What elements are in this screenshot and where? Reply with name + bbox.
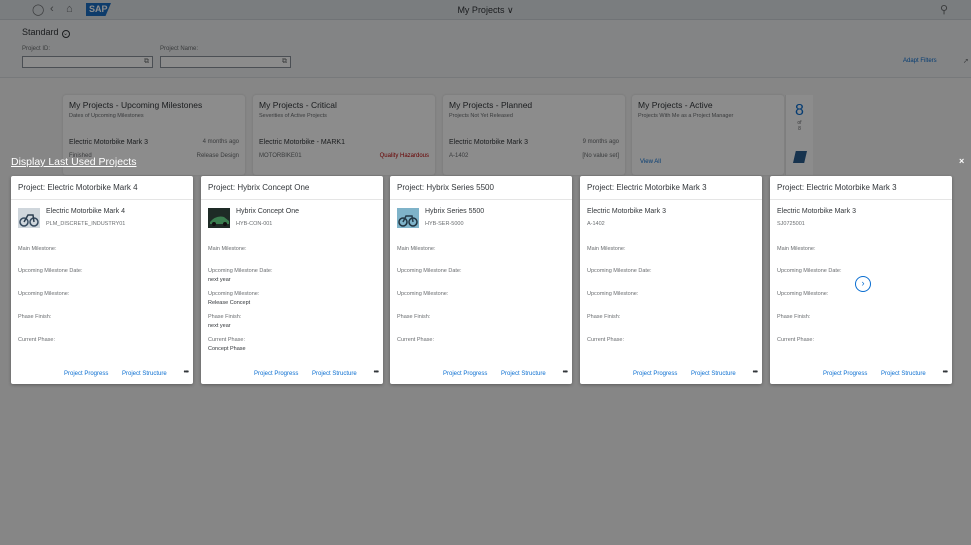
card-footer: Project Progress Project Structure ••• (390, 369, 572, 384)
main-milestone-label: Main Milestone: (777, 246, 816, 252)
main-milestone-label: Main Milestone: (208, 246, 247, 252)
card-footer: Project Progress Project Structure ••• (580, 369, 762, 384)
project-id: A-1402 (587, 221, 605, 227)
project-structure-link[interactable]: Project Structure (881, 371, 926, 377)
phase-finish-label: Phase Finish: (777, 314, 811, 320)
phase-finish-label: Phase Finish: (18, 314, 52, 320)
current-phase-value: Concept Phase (208, 346, 246, 352)
card-footer: Project Progress Project Structure ••• (201, 369, 383, 384)
project-card[interactable]: Project: Electric Motorbike Mark 4 Elect… (11, 176, 193, 384)
main-milestone-label: Main Milestone: (18, 246, 57, 252)
project-name: Hybrix Series 5500 (425, 208, 485, 215)
project-id: HYB-CON-001 (236, 221, 273, 227)
upcoming-date-label: Upcoming Milestone Date: (587, 268, 652, 274)
current-phase-label: Current Phase: (208, 337, 245, 343)
next-page-icon[interactable]: › (855, 276, 871, 292)
phase-finish-label: Phase Finish: (397, 314, 431, 320)
project-id: HYB-SER-5000 (425, 221, 464, 227)
card-body: Hybrix Concept One HYB-CON-001 Main Mile… (201, 200, 383, 360)
current-phase-label: Current Phase: (397, 337, 434, 343)
upcoming-milestone-label: Upcoming Milestone: (208, 291, 260, 297)
main-milestone-label: Main Milestone: (587, 246, 626, 252)
close-icon[interactable]: × (959, 156, 964, 166)
card-body: Hybrix Series 5500 HYB-SER-5000 Main Mil… (390, 200, 572, 360)
card-header: Project: Electric Motorbike Mark 3 (580, 176, 762, 200)
upcoming-milestone-label: Upcoming Milestone: (18, 291, 70, 297)
card-header: Project: Electric Motorbike Mark 4 (11, 176, 193, 200)
upcoming-date-label: Upcoming Milestone Date: (397, 268, 462, 274)
project-id: SJ0725001 (777, 221, 805, 227)
project-progress-link[interactable]: Project Progress (633, 371, 677, 377)
project-card[interactable]: Project: Hybrix Concept One Hybrix Conce… (201, 176, 383, 384)
project-name: Electric Motorbike Mark 3 (587, 208, 666, 215)
current-phase-label: Current Phase: (587, 337, 624, 343)
more-icon[interactable]: ••• (943, 369, 948, 376)
phase-finish-label: Phase Finish: (587, 314, 621, 320)
card-header: Project: Hybrix Series 5500 (390, 176, 572, 200)
upcoming-date-label: Upcoming Milestone Date: (18, 268, 83, 274)
concept-car-image (208, 208, 230, 228)
upcoming-date-value: next year (208, 277, 231, 283)
project-name: Hybrix Concept One (236, 208, 300, 215)
upcoming-date-label: Upcoming Milestone Date: (208, 268, 273, 274)
card-footer: Project Progress Project Structure ••• (11, 369, 193, 384)
motorbike-image (397, 208, 419, 228)
current-phase-label: Current Phase: (18, 337, 55, 343)
more-icon[interactable]: ••• (374, 369, 379, 376)
project-progress-link[interactable]: Project Progress (443, 371, 487, 377)
project-structure-link[interactable]: Project Structure (312, 371, 357, 377)
motorbike-image (18, 208, 40, 228)
upcoming-milestone-label: Upcoming Milestone: (397, 291, 449, 297)
phase-finish-label: Phase Finish: (208, 314, 242, 320)
project-structure-link[interactable]: Project Structure (691, 371, 736, 377)
card-footer: Project Progress Project Structure ••• (770, 369, 952, 384)
current-phase-label: Current Phase: (777, 337, 814, 343)
upcoming-milestone-label: Upcoming Milestone: (587, 291, 639, 297)
project-card[interactable]: Project: Electric Motorbike Mark 3 Elect… (580, 176, 762, 384)
dialog-title: Display Last Used Projects (11, 156, 137, 168)
upcoming-date-label: Upcoming Milestone Date: (777, 268, 842, 274)
card-body: Electric Motorbike Mark 3 A-1402 Main Mi… (580, 200, 762, 360)
project-card[interactable]: Project: Hybrix Series 5500 Hybrix Serie… (390, 176, 572, 384)
main-milestone-label: Main Milestone: (397, 246, 436, 252)
project-name: Electric Motorbike Mark 3 (777, 208, 856, 215)
upcoming-milestone-value: Release Concept (208, 300, 251, 306)
more-icon[interactable]: ••• (753, 369, 758, 376)
project-progress-link[interactable]: Project Progress (823, 371, 867, 377)
phase-finish-value: next year (208, 323, 231, 329)
upcoming-milestone-label: Upcoming Milestone: (777, 291, 829, 297)
project-progress-link[interactable]: Project Progress (254, 371, 298, 377)
card-header: Project: Hybrix Concept One (201, 176, 383, 200)
more-icon[interactable]: ••• (184, 369, 189, 376)
project-structure-link[interactable]: Project Structure (501, 371, 546, 377)
more-icon[interactable]: ••• (563, 369, 568, 376)
project-name: Electric Motorbike Mark 4 (46, 208, 125, 215)
project-id: PLM_DISCRETE_INDUSTRY01 (46, 221, 126, 227)
project-progress-link[interactable]: Project Progress (64, 371, 108, 377)
card-body: Electric Motorbike Mark 4 PLM_DISCRETE_I… (11, 200, 193, 360)
project-structure-link[interactable]: Project Structure (122, 371, 167, 377)
card-header: Project: Electric Motorbike Mark 3 (770, 176, 952, 200)
